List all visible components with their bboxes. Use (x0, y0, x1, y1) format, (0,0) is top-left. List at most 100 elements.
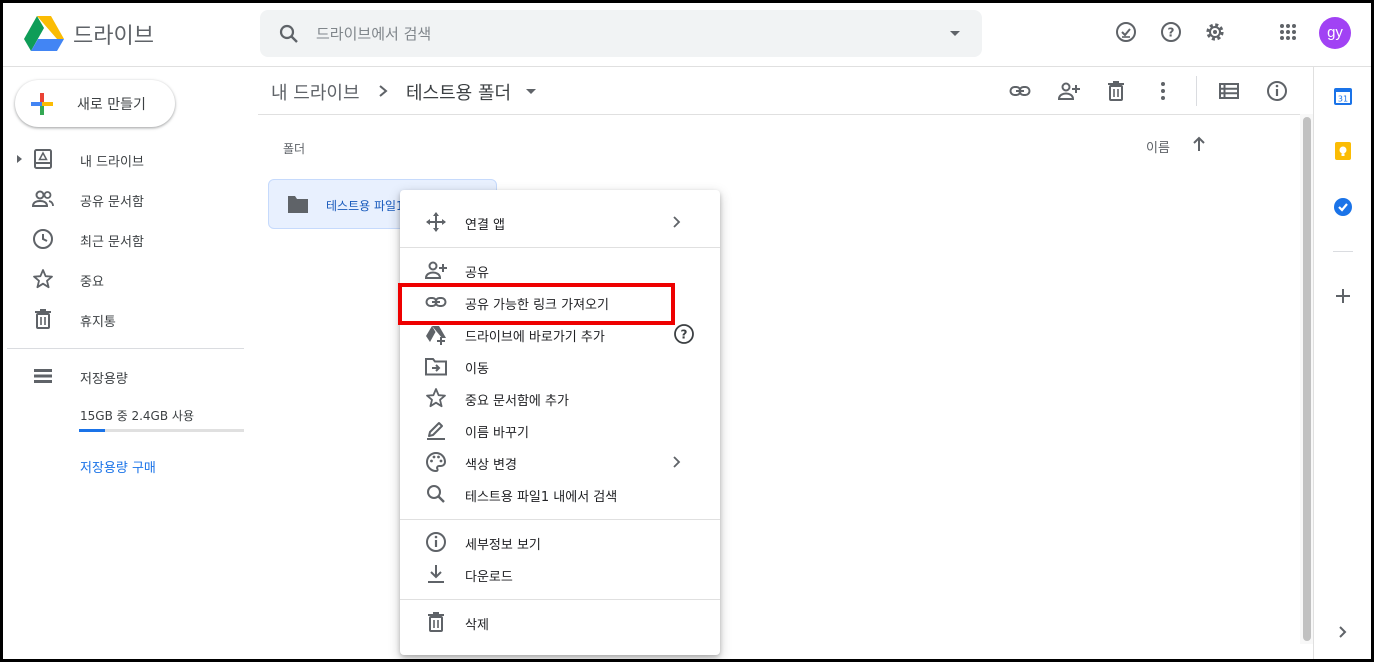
highlight-annotation-box (398, 283, 675, 325)
side-panel-divider (1333, 251, 1353, 252)
menu-item-label: 이름 바꾸기 (465, 426, 529, 441)
more-vert-icon[interactable] (1151, 79, 1175, 103)
menu-item-rename[interactable]: 이름 바꾸기 (400, 414, 720, 446)
tasks-icon[interactable] (1333, 197, 1353, 217)
menu-item-label: 색상 변경 (465, 458, 517, 473)
add-person-icon[interactable] (1057, 79, 1081, 103)
context-menu: 연결 앱 공유 공유 가능한 링크 가져오기 드라이브에 바로가기 추가 이동 … (400, 190, 720, 655)
sidebar-item-label: 중요 (80, 275, 104, 290)
menu-item-download[interactable]: 다운로드 (400, 558, 720, 590)
menu-item-label: 연결 앱 (465, 218, 506, 233)
plus-icon (31, 93, 53, 115)
menu-divider (400, 599, 720, 600)
palette-icon (426, 451, 447, 473)
chevron-right-icon[interactable] (1333, 622, 1353, 642)
menu-item-label: 드라이브에 바로가기 추가 (465, 330, 605, 345)
menu-item-delete[interactable]: 삭제 (400, 606, 720, 638)
sidebar-item-label: 공유 문서함 (80, 195, 144, 210)
add-icon[interactable] (1333, 286, 1353, 306)
sort-by-name-button[interactable]: 이름 (1146, 137, 1170, 156)
menu-item-label: 공유 (465, 266, 489, 281)
arrow-up-icon[interactable] (1190, 135, 1208, 153)
clock-icon (33, 229, 53, 249)
folder-menu-caret-icon[interactable] (526, 89, 536, 94)
menu-item-label: 이동 (465, 362, 489, 377)
link-icon[interactable] (1008, 79, 1032, 103)
storage-progress-fill (79, 429, 106, 432)
trash-icon (428, 612, 444, 632)
menu-divider (400, 247, 720, 248)
folder-icon (288, 196, 308, 213)
breadcrumb-parent[interactable]: 내 드라이브 (271, 79, 360, 105)
new-button-label: 새로 만들기 (77, 97, 146, 113)
add-person-icon (424, 261, 447, 279)
avatar[interactable]: gy (1319, 17, 1351, 49)
buy-storage-link[interactable]: 저장용량 구매 (80, 457, 156, 476)
star-icon (426, 388, 446, 408)
my-drive-icon (34, 149, 52, 169)
search-bar[interactable] (260, 10, 982, 57)
drive-logo-icon[interactable] (24, 16, 64, 52)
svg-text:?: ? (681, 328, 688, 342)
sidebar-item-label: 휴지통 (80, 315, 116, 330)
sidebar-item-storage[interactable]: 저장용량 (0, 358, 250, 394)
trash-icon (35, 309, 51, 329)
menu-divider (400, 519, 720, 520)
sidebar-item-my-drive[interactable]: 내 드라이브 (0, 141, 250, 177)
search-options-icon[interactable] (950, 31, 960, 36)
open-with-icon (426, 212, 446, 232)
sidebar-item-starred[interactable]: 중요 (0, 261, 250, 297)
info-icon (426, 532, 446, 552)
sidebar-item-trash[interactable]: 휴지통 (0, 301, 250, 337)
help-icon[interactable]: ? (673, 323, 695, 345)
search-input[interactable] (316, 20, 916, 47)
chevron-right-icon (673, 456, 681, 468)
folders-section-label: 폴더 (283, 142, 306, 156)
expand-arrow-icon[interactable] (17, 155, 22, 163)
list-view-icon[interactable] (1217, 79, 1241, 103)
new-button[interactable]: 새로 만들기 (15, 80, 175, 127)
calendar-day: 31 (1338, 95, 1348, 104)
storage-progress-bar (79, 429, 244, 432)
breadcrumb-current[interactable]: 테스트용 폴더 (406, 79, 511, 105)
toolbar-bottom-divider (258, 114, 1313, 115)
keep-icon[interactable] (1333, 141, 1353, 161)
apps-grid-icon[interactable] (1276, 20, 1300, 44)
menu-item-label: 세부정보 보기 (465, 538, 541, 553)
drive-shortcut-icon (426, 326, 446, 345)
menu-item-share[interactable]: 공유 (400, 254, 720, 286)
top-bar: 드라이브 ? gy (0, 0, 1374, 67)
offline-status-icon[interactable] (1114, 20, 1138, 44)
trash-icon[interactable] (1104, 79, 1128, 103)
scrollbar-thumb[interactable] (1303, 117, 1311, 641)
storage-icon (34, 369, 52, 383)
sidebar-item-shared[interactable]: 공유 문서함 (0, 181, 250, 217)
chevron-right-icon (673, 216, 681, 228)
svg-text:?: ? (1168, 26, 1175, 40)
menu-item-open-with[interactable]: 연결 앱 (400, 206, 720, 238)
menu-item-search-within[interactable]: 테스트용 파일1 내에서 검색 (400, 478, 720, 510)
storage-usage-text: 15GB 중 2.4GB 사용 (80, 409, 194, 423)
menu-item-change-color[interactable]: 색상 변경 (400, 446, 720, 478)
menu-item-label: 테스트용 파일1 내에서 검색 (465, 490, 618, 505)
search-icon (427, 485, 445, 503)
settings-icon[interactable] (1203, 20, 1227, 44)
edit-icon (427, 422, 445, 440)
menu-item-move[interactable]: 이동 (400, 350, 720, 382)
help-icon[interactable]: ? (1159, 20, 1183, 44)
sidebar-item-recent[interactable]: 최근 문서함 (0, 221, 250, 257)
download-icon (428, 565, 444, 583)
search-icon[interactable] (277, 22, 301, 46)
folder-name: 테스트용 파일1 (326, 199, 404, 213)
chevron-right-icon (379, 85, 388, 97)
info-icon[interactable] (1265, 79, 1289, 103)
menu-item-view-details[interactable]: 세부정보 보기 (400, 526, 720, 558)
toolbar-divider (1196, 76, 1197, 106)
sidebar-item-label: 최근 문서함 (80, 235, 144, 250)
menu-item-label: 중요 문서함에 추가 (465, 394, 569, 409)
menu-item-label: 삭제 (465, 618, 489, 633)
menu-item-add-to-starred[interactable]: 중요 문서함에 추가 (400, 382, 720, 414)
app-title[interactable]: 드라이브 (73, 18, 154, 50)
sidebar-divider (7, 348, 244, 349)
calendar-icon[interactable]: 31 (1333, 86, 1353, 106)
